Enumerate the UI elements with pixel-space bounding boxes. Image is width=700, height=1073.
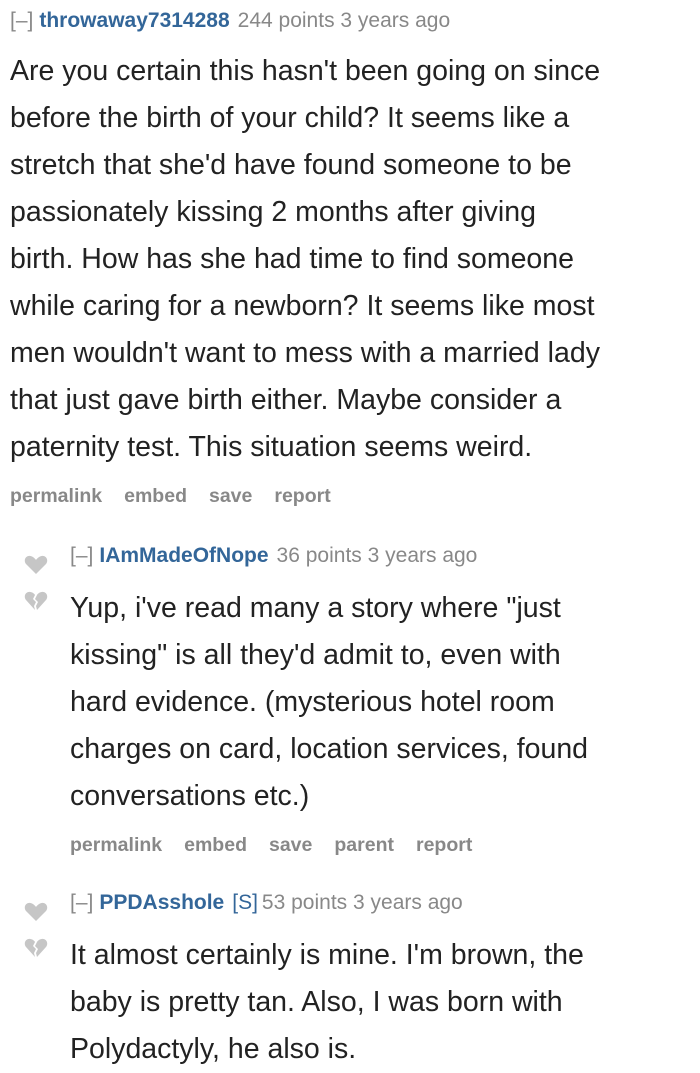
comment-tagline: [–] throwaway7314288 244 points 3 years ag… <box>10 8 695 34</box>
report-button[interactable]: report <box>274 485 330 507</box>
parent-button[interactable]: parent <box>334 834 394 856</box>
comment-buttons: permalink embed save parent report <box>70 834 695 857</box>
comment-body: Are you certain this hasn't been going o… <box>10 55 601 463</box>
report-button[interactable]: report <box>416 834 472 856</box>
upvote-heart-icon[interactable] <box>24 555 48 575</box>
timestamp[interactable]: 3 years ago <box>368 544 478 567</box>
permalink-button[interactable]: permalink <box>70 834 162 856</box>
collapse-toggle[interactable]: [–] <box>10 9 33 32</box>
embed-button[interactable]: embed <box>184 834 247 856</box>
collapse-toggle[interactable]: [–] <box>70 891 93 914</box>
comment-buttons: permalink embed save report <box>10 485 695 508</box>
author-link[interactable]: PPDAsshole <box>99 891 224 914</box>
timestamp[interactable]: 3 years ago <box>353 891 463 914</box>
score: 36 points <box>276 544 362 567</box>
upvote-heart-icon[interactable] <box>24 902 48 922</box>
comment-2: [–] IAmMadeOfNope 36 points 3 years ago Yu… <box>70 543 695 857</box>
author-link[interactable]: throwaway7314288 <box>39 9 229 32</box>
comment-1: [–] throwaway7314288 244 points 3 years ag… <box>10 8 695 508</box>
collapse-toggle[interactable]: [–] <box>70 544 93 567</box>
comment-tagline: [–] IAmMadeOfNope 36 points 3 years ago <box>70 543 695 569</box>
author-link[interactable]: IAmMadeOfNope <box>99 544 268 567</box>
comment-tagline: [–] PPDAsshole [S] 53 points 3 years ago <box>70 890 695 916</box>
score: 244 points <box>237 9 335 32</box>
vote-arrows <box>24 902 50 958</box>
comment-body: It almost certainly is mine. I'm brown, … <box>70 939 584 1065</box>
embed-button[interactable]: embed <box>124 485 187 507</box>
permalink-button[interactable]: permalink <box>10 485 102 507</box>
submitter-tag: [S] <box>232 891 258 914</box>
save-button[interactable]: save <box>209 485 252 507</box>
downvote-broken-heart-icon[interactable] <box>24 591 48 611</box>
vote-arrows <box>24 555 50 611</box>
comment-3: [–] PPDAsshole [S] 53 points 3 years ago It… <box>70 890 695 1073</box>
save-button[interactable]: save <box>269 834 312 856</box>
downvote-broken-heart-icon[interactable] <box>24 938 48 958</box>
score: 53 points <box>261 891 348 914</box>
timestamp[interactable]: 3 years ago <box>340 9 450 32</box>
comment-body: Yup, i've read many a story where "just … <box>70 592 589 812</box>
